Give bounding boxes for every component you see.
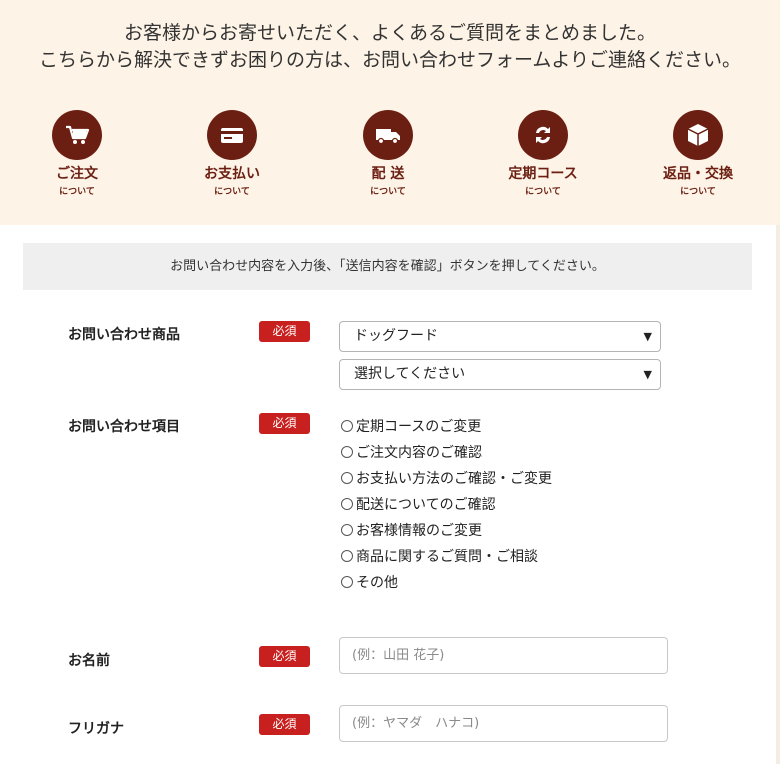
radio-icon (341, 524, 353, 536)
topic-option-label: ご注文内容のご確認 (356, 445, 482, 461)
category-returns-title: 返品・交換 (663, 166, 733, 182)
product-subselect[interactable]: 選択してください ▼ (339, 359, 661, 390)
intro-line-2: こちらから解決できずお困りの方は、お問い合わせフォームよりご連絡ください。 (38, 49, 742, 71)
cart-icon (52, 110, 102, 160)
product-label: お問い合わせ商品 (68, 327, 180, 343)
category-payment-title: お支払い (204, 166, 260, 182)
topic-radio-option[interactable]: 商品に関するご質問・ご相談 (341, 546, 538, 566)
topic-option-label: 配送についてのご確認 (356, 497, 496, 513)
topic-radio-option[interactable]: お客様情報のご変更 (341, 520, 482, 540)
required-badge: 必須 (259, 321, 310, 342)
topic-radio-option[interactable]: ご注文内容のご確認 (341, 442, 482, 462)
topic-radio-option[interactable]: 定期コースのご変更 (341, 416, 481, 436)
radio-icon (341, 576, 353, 588)
category-order-title: ご注文 (56, 166, 98, 182)
topic-option-label: 商品に関するご質問・ご相談 (356, 549, 538, 565)
chevron-down-icon: ▼ (643, 330, 652, 343)
card-icon (207, 110, 257, 160)
radio-icon (341, 446, 353, 458)
radio-icon (341, 472, 353, 484)
topic-radio-option[interactable]: お支払い方法のご確認・ご変更 (341, 468, 552, 488)
category-order[interactable]: ご注文 について (27, 110, 127, 197)
topic-option-label: その他 (356, 575, 398, 591)
product-select-value: ドッグフード (354, 328, 438, 344)
category-payment[interactable]: お支払い について (182, 110, 282, 197)
category-shipping[interactable]: 配 送 について (338, 110, 438, 197)
category-shipping-sub: について (370, 187, 406, 197)
kana-input[interactable] (339, 705, 668, 742)
radio-icon (341, 420, 353, 432)
page-edge (776, 225, 780, 764)
radio-icon (341, 550, 353, 562)
product-select[interactable]: ドッグフード ▼ (339, 321, 661, 352)
topic-option-label: 定期コースのご変更 (356, 419, 482, 435)
topic-option-label: お客様情報のご変更 (356, 523, 482, 539)
category-subscription[interactable]: 定期コース について (493, 110, 593, 197)
topic-radio-option[interactable]: 配送についてのご確認 (341, 494, 496, 514)
name-input[interactable] (339, 637, 668, 674)
topic-option-label: お支払い方法のご確認・ご変更 (356, 471, 552, 487)
truck-icon (363, 110, 413, 160)
topic-label: お問い合わせ項目 (68, 419, 180, 435)
form-notice: お問い合わせ内容を入力後、「送信内容を確認」ボタンを押してください。 (23, 243, 752, 290)
faq-header: お客様からお寄せいただく、よくあるご質問をまとめました。 こちらから解決できずお… (0, 0, 780, 225)
kana-label: フリガナ (68, 721, 124, 737)
category-subscription-sub: について (525, 187, 561, 197)
category-returns-sub: について (680, 187, 716, 197)
box-icon (673, 110, 723, 160)
category-payment-sub: について (214, 187, 250, 197)
category-order-sub: について (59, 187, 95, 197)
intro-line-1: お客様からお寄せいただく、よくあるご質問をまとめました。 (123, 22, 656, 44)
chevron-down-icon: ▼ (643, 368, 652, 381)
category-returns[interactable]: 返品・交換 について (648, 110, 748, 197)
name-label: お名前 (68, 653, 110, 669)
radio-icon (341, 498, 353, 510)
category-subscription-title: 定期コース (508, 166, 578, 182)
required-badge: 必須 (259, 646, 310, 667)
required-badge: 必須 (259, 413, 310, 434)
cycle-icon (518, 110, 568, 160)
topic-radio-option[interactable]: その他 (341, 572, 398, 592)
product-subselect-value: 選択してください (354, 366, 466, 382)
category-shipping-title: 配 送 (371, 166, 405, 182)
required-badge: 必須 (259, 714, 310, 735)
